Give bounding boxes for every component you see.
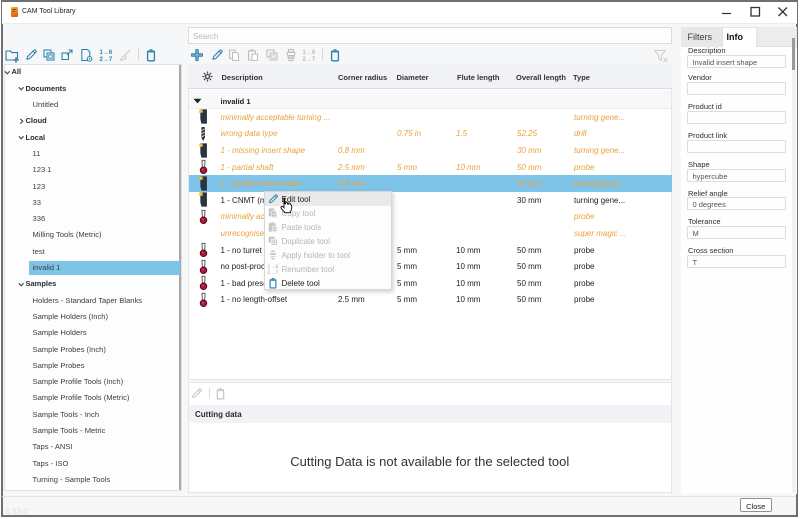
svg-text:1→6: 1→6 — [100, 50, 113, 56]
svg-text:2→7: 2→7 — [100, 57, 113, 63]
svg-text:2→7: 2→7 — [267, 270, 278, 276]
svg-text:1→6: 1→6 — [303, 50, 316, 56]
svg-text:2→7: 2→7 — [303, 57, 316, 63]
